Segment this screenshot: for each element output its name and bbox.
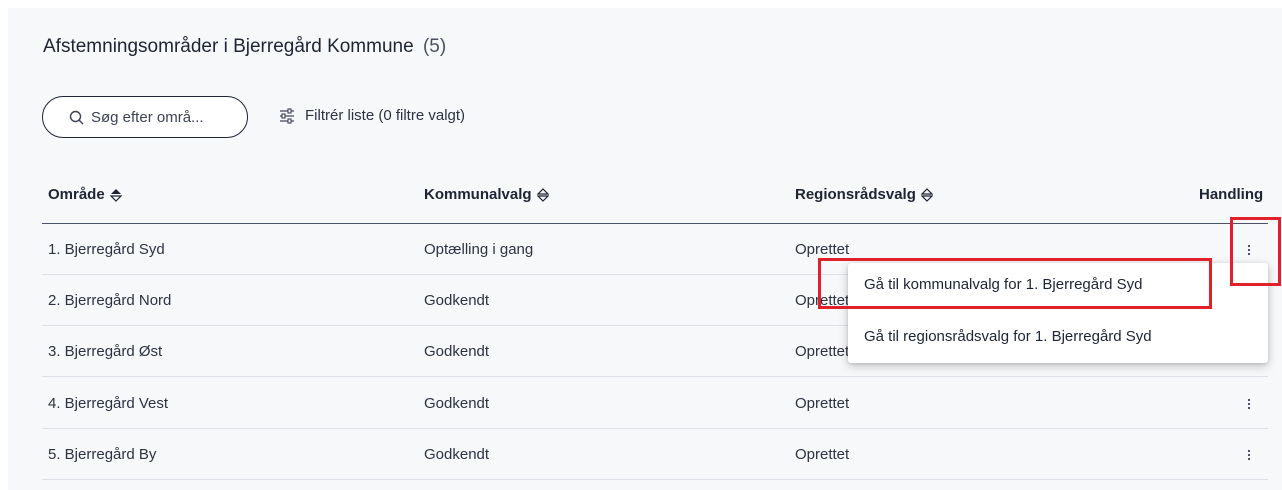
header-divider xyxy=(42,223,1268,224)
sort-ascending-icon xyxy=(109,188,122,202)
column-label-area: Område xyxy=(48,186,105,203)
sort-icon xyxy=(920,187,933,202)
cell-regionsraadsvalg: Oprettet xyxy=(795,395,850,412)
cell-regionsraadsvalg: Oprettet xyxy=(795,446,850,463)
cell-area: 5. Bjerregård By xyxy=(48,446,157,463)
cell-area: 4. Bjerregård Vest xyxy=(48,395,169,412)
cell-kommunalvalg: Godkendt xyxy=(424,395,490,412)
menu-item-regionsraadsvalg[interactable]: Gå til regionsrådsvalg for 1. Bjerregård… xyxy=(864,328,1152,345)
content-card xyxy=(8,8,1282,490)
highlight-box xyxy=(1230,217,1281,286)
row-actions-button[interactable] xyxy=(1239,394,1259,414)
filter-label: Filtrér liste (0 filtre valgt) xyxy=(305,107,466,124)
sort-icon xyxy=(536,187,549,202)
more-vertical-icon xyxy=(1247,398,1251,410)
page-title: Afstemningsområder i Bjerregård Kommune … xyxy=(43,36,446,58)
cell-kommunalvalg: Godkendt xyxy=(424,343,490,360)
filter-sliders-icon xyxy=(280,107,294,124)
cell-area: 2. Bjerregård Nord xyxy=(48,292,172,309)
row-actions-button[interactable] xyxy=(1239,445,1259,465)
cell-regionsraadsvalg: Oprettet xyxy=(795,241,850,258)
row-divider xyxy=(42,376,1268,377)
cell-kommunalvalg: Optælling i gang xyxy=(424,241,534,258)
cell-area: 3. Bjerregård Øst xyxy=(48,343,163,360)
filter-button[interactable]: Filtrér liste (0 filtre valgt) xyxy=(279,107,465,124)
row-divider xyxy=(42,479,1268,480)
cell-regionsraadsvalg: Oprettet xyxy=(795,343,850,360)
highlight-box xyxy=(818,258,1212,309)
search-input[interactable]: Søg efter områ... xyxy=(42,96,248,138)
search-placeholder: Søg efter områ... xyxy=(91,109,204,126)
page-title-text: Afstemningsområder i Bjerregård Kommune xyxy=(43,36,414,57)
cell-kommunalvalg: Godkendt xyxy=(424,292,490,309)
more-vertical-icon xyxy=(1247,449,1251,461)
column-header-regionsraadsvalg[interactable]: Regionsrådsvalg xyxy=(795,186,933,203)
column-header-handling: Handling xyxy=(1199,186,1263,203)
cell-area: 1. Bjerregård Syd xyxy=(48,241,165,258)
column-header-area[interactable]: Område xyxy=(48,186,122,203)
column-header-kommunalvalg[interactable]: Kommunalvalg xyxy=(424,186,549,203)
search-icon xyxy=(69,110,84,125)
column-label-kommunalvalg: Kommunalvalg xyxy=(424,186,532,203)
column-label-handling: Handling xyxy=(1199,186,1264,203)
area-count: (5) xyxy=(422,36,447,57)
row-divider xyxy=(42,428,1268,429)
cell-kommunalvalg: Godkendt xyxy=(424,446,490,463)
column-label-regionsraadsvalg: Regionsrådsvalg xyxy=(795,186,916,203)
